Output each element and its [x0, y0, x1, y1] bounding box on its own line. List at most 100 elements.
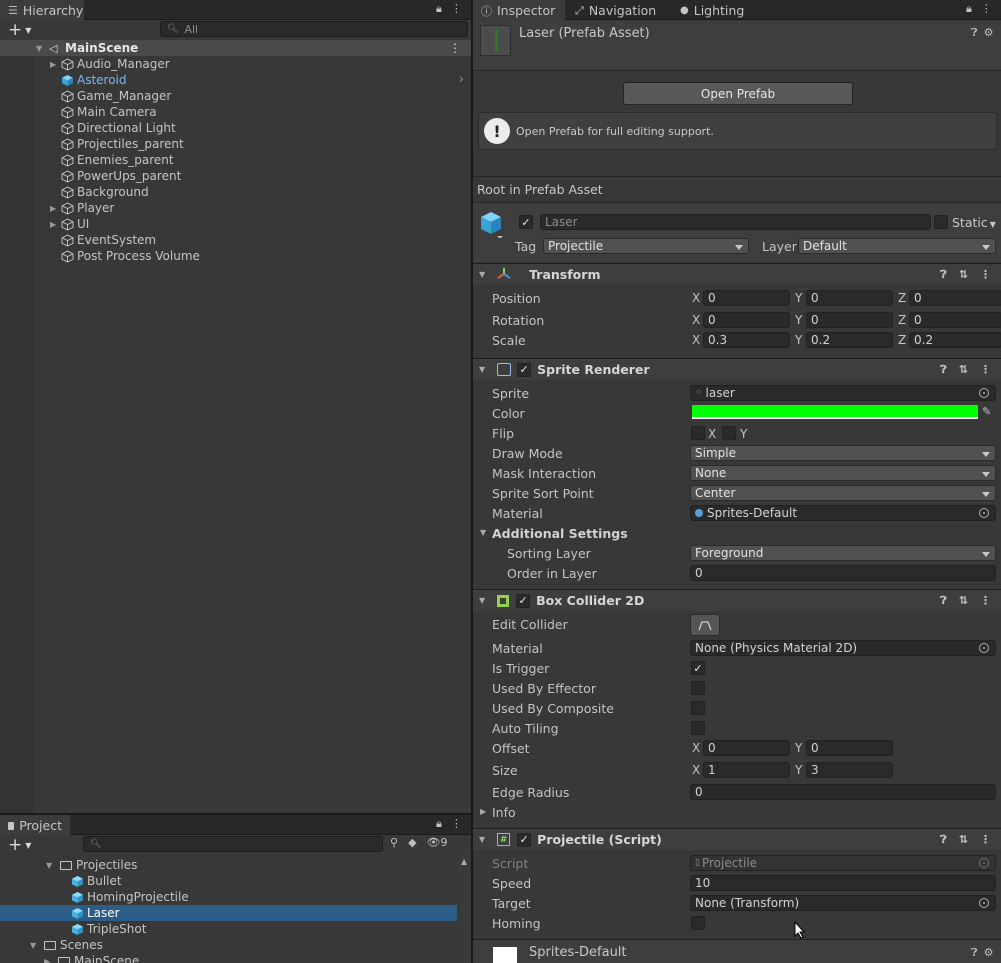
projectile-script-header[interactable]: ▼ # ✓ Projectile (Script) ❓︎ ⇅ ⋮	[473, 828, 1001, 850]
hierarchy-item[interactable]: ▶ Audio_Manager	[0, 56, 471, 72]
tab-lighting[interactable]: ● Lighting	[672, 0, 760, 21]
scroll-up-icon[interactable]: ▲	[461, 857, 467, 866]
hierarchy-item[interactable]: ▶ UI	[0, 216, 471, 232]
project-tab[interactable]: Project	[0, 815, 70, 836]
mask-interaction-dropdown[interactable]: None	[690, 465, 996, 481]
project-item[interactable]: ▼ Projectiles	[0, 857, 457, 873]
tag-dropdown[interactable]: Projectile	[543, 238, 749, 254]
chevron-right-icon[interactable]: ▶	[44, 957, 54, 963]
project-item[interactable]: ▶ MainScene	[0, 953, 457, 963]
project-item[interactable]: TripleShot	[0, 921, 457, 937]
preset-sliders-icon[interactable]: ⇅	[959, 833, 968, 847]
project-item[interactable]: HomingProjectile	[0, 889, 457, 905]
open-prefab-button[interactable]: Open Prefab	[623, 82, 853, 105]
speed-field[interactable]: 10	[690, 875, 996, 891]
filter-type-icon[interactable]: ⚲	[390, 836, 398, 849]
hierarchy-tab[interactable]: ☰ Hierarchy	[0, 0, 84, 21]
gear-icon[interactable]: ⚙	[984, 946, 994, 960]
sprite-object-field[interactable]: ⁘ laser	[690, 385, 996, 401]
edit-collider-button[interactable]	[690, 614, 720, 636]
create-plus-button[interactable]: +	[8, 837, 22, 854]
tab-inspector[interactable]: ⓘ Inspector	[473, 0, 565, 21]
static-dropdown[interactable]: Static ▼	[952, 215, 996, 230]
scroll-arrow-icon[interactable]: ›	[459, 72, 464, 86]
info-foldout-label[interactable]: Info	[492, 805, 516, 820]
scene-row[interactable]: ▼ ◁ MainScene ⋮	[0, 40, 471, 56]
hierarchy-item[interactable]: Directional Light	[0, 120, 471, 136]
help-icon[interactable]: ❓︎	[940, 268, 947, 282]
hierarchy-search-input[interactable]: 🔍︎ All	[160, 21, 468, 37]
object-picker-icon[interactable]	[979, 388, 989, 398]
kebab-menu-icon[interactable]: ⋮	[451, 2, 462, 16]
offset-y-field[interactable]: 0	[806, 740, 893, 756]
used-by-effector-checkbox[interactable]	[691, 681, 705, 695]
create-plus-button[interactable]: +	[8, 22, 22, 39]
object-picker-icon[interactable]	[979, 643, 989, 653]
kebab-menu-icon[interactable]: ⋮	[981, 2, 992, 16]
help-icon[interactable]: ❓︎	[940, 833, 947, 847]
auto-tiling-checkbox[interactable]	[691, 721, 705, 735]
project-item[interactable]: Bullet	[0, 873, 457, 889]
hierarchy-item[interactable]: EventSystem	[0, 232, 471, 248]
chevron-down-icon[interactable]: ▼	[30, 941, 40, 950]
help-icon[interactable]: ❓︎	[971, 26, 978, 40]
hierarchy-item[interactable]: Background	[0, 184, 471, 200]
chevron-down-icon[interactable]: ▼	[479, 365, 485, 374]
color-swatch[interactable]	[692, 405, 978, 419]
is-trigger-checkbox[interactable]: ✓	[691, 661, 705, 675]
gameobject-cube-icon[interactable]	[479, 210, 503, 241]
transform-scale-z-field[interactable]: 0.2	[909, 332, 1001, 348]
active-checkbox[interactable]: ✓	[519, 215, 533, 229]
help-icon[interactable]: ❓︎	[971, 946, 978, 960]
lock-icon[interactable]: 🔒︎	[436, 817, 442, 831]
sprite-renderer-enabled-checkbox[interactable]: ✓	[517, 362, 532, 377]
project-scrollbar[interactable]: ▲	[458, 855, 471, 963]
object-picker-icon[interactable]	[979, 898, 989, 908]
hierarchy-item[interactable]: PowerUps_parent	[0, 168, 471, 184]
homing-checkbox[interactable]	[691, 916, 705, 930]
eyedropper-icon[interactable]: ✎	[982, 405, 991, 418]
edge-radius-field[interactable]: 0	[690, 784, 996, 800]
static-checkbox[interactable]	[934, 215, 948, 229]
transform-header[interactable]: ▼ Transform ❓︎ ⇅ ⋮	[473, 263, 1001, 285]
hierarchy-item[interactable]: Enemies_parent	[0, 152, 471, 168]
chevron-down-icon[interactable]: ▼	[479, 596, 485, 605]
draw-mode-dropdown[interactable]: Simple	[690, 445, 996, 461]
project-item[interactable]: Laser	[0, 905, 457, 921]
hierarchy-item[interactable]: ▶ Player	[0, 200, 471, 216]
chevron-right-icon[interactable]: ▶	[480, 807, 486, 816]
sprite-renderer-header[interactable]: ▼ ✓ Sprite Renderer ❓︎ ⇅ ⋮	[473, 358, 1001, 380]
chevron-right-icon[interactable]: ▶	[50, 204, 60, 213]
transform-position-y-field[interactable]: 0	[806, 290, 893, 306]
size-x-field[interactable]: 1	[703, 762, 790, 778]
additional-settings-label[interactable]: Additional Settings	[492, 526, 628, 541]
box-collider-enabled-checkbox[interactable]: ✓	[516, 593, 531, 608]
kebab-menu-icon[interactable]: ⋮	[980, 594, 991, 608]
sorting-layer-dropdown[interactable]: Foreground	[690, 545, 996, 561]
preset-sliders-icon[interactable]: ⇅	[959, 268, 968, 282]
kebab-menu-icon[interactable]: ⋮	[449, 41, 461, 55]
tab-navigation[interactable]: ⤢ Navigation	[567, 0, 673, 21]
material-object-field[interactable]: Sprites-Default	[690, 505, 996, 521]
chevron-down-icon[interactable]: ▼	[479, 835, 485, 844]
offset-x-field[interactable]: 0	[703, 740, 790, 756]
hierarchy-item[interactable]: Asteroid	[0, 72, 471, 88]
chevron-down-icon[interactable]: ▼	[25, 26, 31, 35]
hierarchy-item[interactable]: Post Process Volume	[0, 248, 471, 264]
box-collider-header[interactable]: ▼ ✓ Box Collider 2D ❓︎ ⇅ ⋮	[473, 589, 1001, 611]
chevron-down-icon[interactable]: ▼	[46, 861, 56, 870]
lock-icon[interactable]: 🔒︎	[436, 2, 442, 16]
collider-material-field[interactable]: None (Physics Material 2D)	[690, 640, 996, 656]
help-icon[interactable]: ❓︎	[940, 363, 947, 377]
project-item[interactable]: ▼ Scenes	[0, 937, 457, 953]
kebab-menu-icon[interactable]: ⋮	[980, 363, 991, 377]
hidden-packages-icon[interactable]: 👁︎9	[427, 836, 448, 849]
transform-position-z-field[interactable]: 0	[909, 290, 1001, 306]
transform-rotation-x-field[interactable]: 0	[703, 312, 790, 328]
flip-y-checkbox[interactable]	[722, 426, 736, 440]
kebab-menu-icon[interactable]: ⋮	[451, 817, 462, 831]
label-tag-icon[interactable]: ◆	[408, 836, 416, 849]
flip-x-checkbox[interactable]	[691, 426, 705, 440]
chevron-right-icon[interactable]: ▶	[50, 220, 60, 229]
chevron-down-icon[interactable]: ▼	[479, 270, 485, 279]
